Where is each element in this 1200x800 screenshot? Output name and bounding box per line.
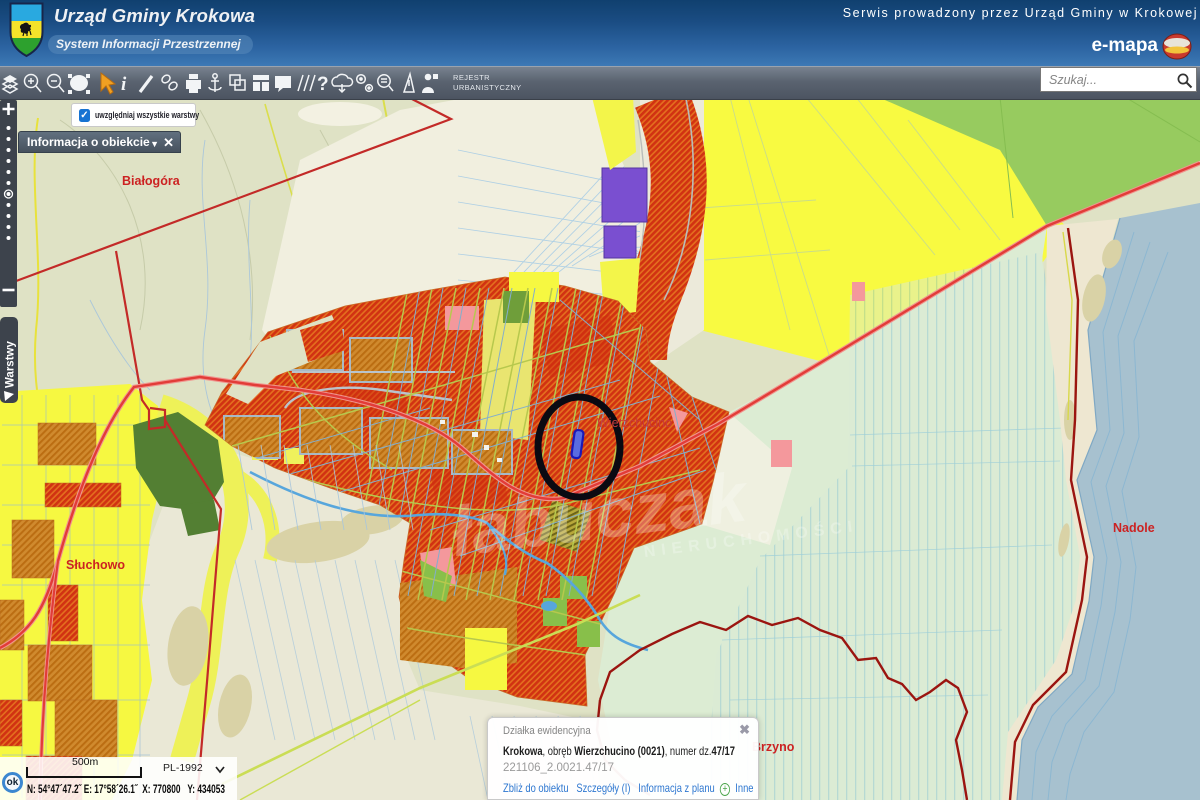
svg-text:Nadole: Nadole xyxy=(1113,521,1155,535)
svg-text:Słuchowo: Słuchowo xyxy=(66,558,125,572)
svg-text:Białogóra: Białogóra xyxy=(122,174,181,188)
svg-text:?: ? xyxy=(317,74,329,95)
svg-text:Wierzchucino: Wierzchucino xyxy=(597,416,672,430)
svg-text:i: i xyxy=(121,74,127,95)
svg-text:Warstwy: Warstwy xyxy=(5,341,17,388)
